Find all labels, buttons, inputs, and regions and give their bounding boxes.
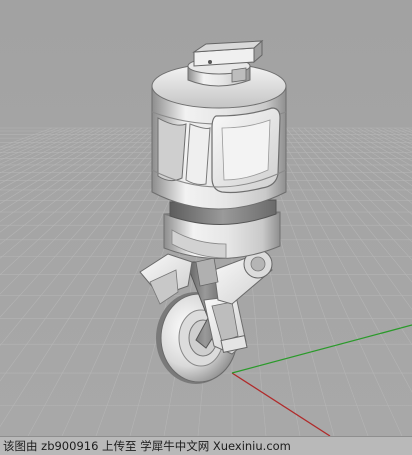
perspective-viewport[interactable] (0, 0, 412, 436)
grid-line (0, 127, 173, 318)
grid-line (0, 127, 101, 179)
grid-line (0, 127, 95, 174)
y-axis-line (231, 324, 412, 374)
grid-line (333, 127, 412, 179)
viewport-canvas[interactable] (0, 0, 412, 436)
grid-line (315, 127, 412, 204)
grid-line (0, 127, 149, 245)
grid-line (0, 127, 137, 222)
grid-line (327, 127, 412, 187)
grid-line (393, 127, 412, 136)
grid-line (0, 127, 71, 157)
robot-wheel-assembly-model[interactable] (139, 39, 287, 384)
grid-line (363, 127, 412, 153)
grid-line (351, 127, 412, 162)
grid-line (339, 127, 412, 173)
watermark-footer: 该图由 zb900916 上传至 学犀牛中文网 Xuexiniu.com (0, 436, 412, 455)
grid-line (0, 127, 59, 151)
grid-line (387, 127, 412, 139)
grid-line (279, 127, 412, 311)
grid-line (0, 127, 143, 233)
grid-line (381, 127, 412, 142)
x-axis-line (231, 372, 331, 436)
grid-line (0, 127, 125, 205)
grid-line (0, 127, 89, 169)
grid-line (0, 127, 131, 213)
grid-line (399, 127, 412, 134)
grid-line (267, 127, 412, 393)
grid-line (0, 127, 113, 190)
grid-line (309, 127, 412, 215)
grid-line (303, 127, 412, 228)
grid-line (0, 127, 161, 276)
grid-line (321, 127, 412, 195)
grid-line (273, 127, 412, 346)
grid-line (345, 127, 412, 167)
grid-line (285, 127, 412, 283)
grid-line (375, 127, 412, 145)
watermark-text: 该图由 zb900916 上传至 学犀牛中文网 Xuexiniu.com (3, 439, 291, 453)
